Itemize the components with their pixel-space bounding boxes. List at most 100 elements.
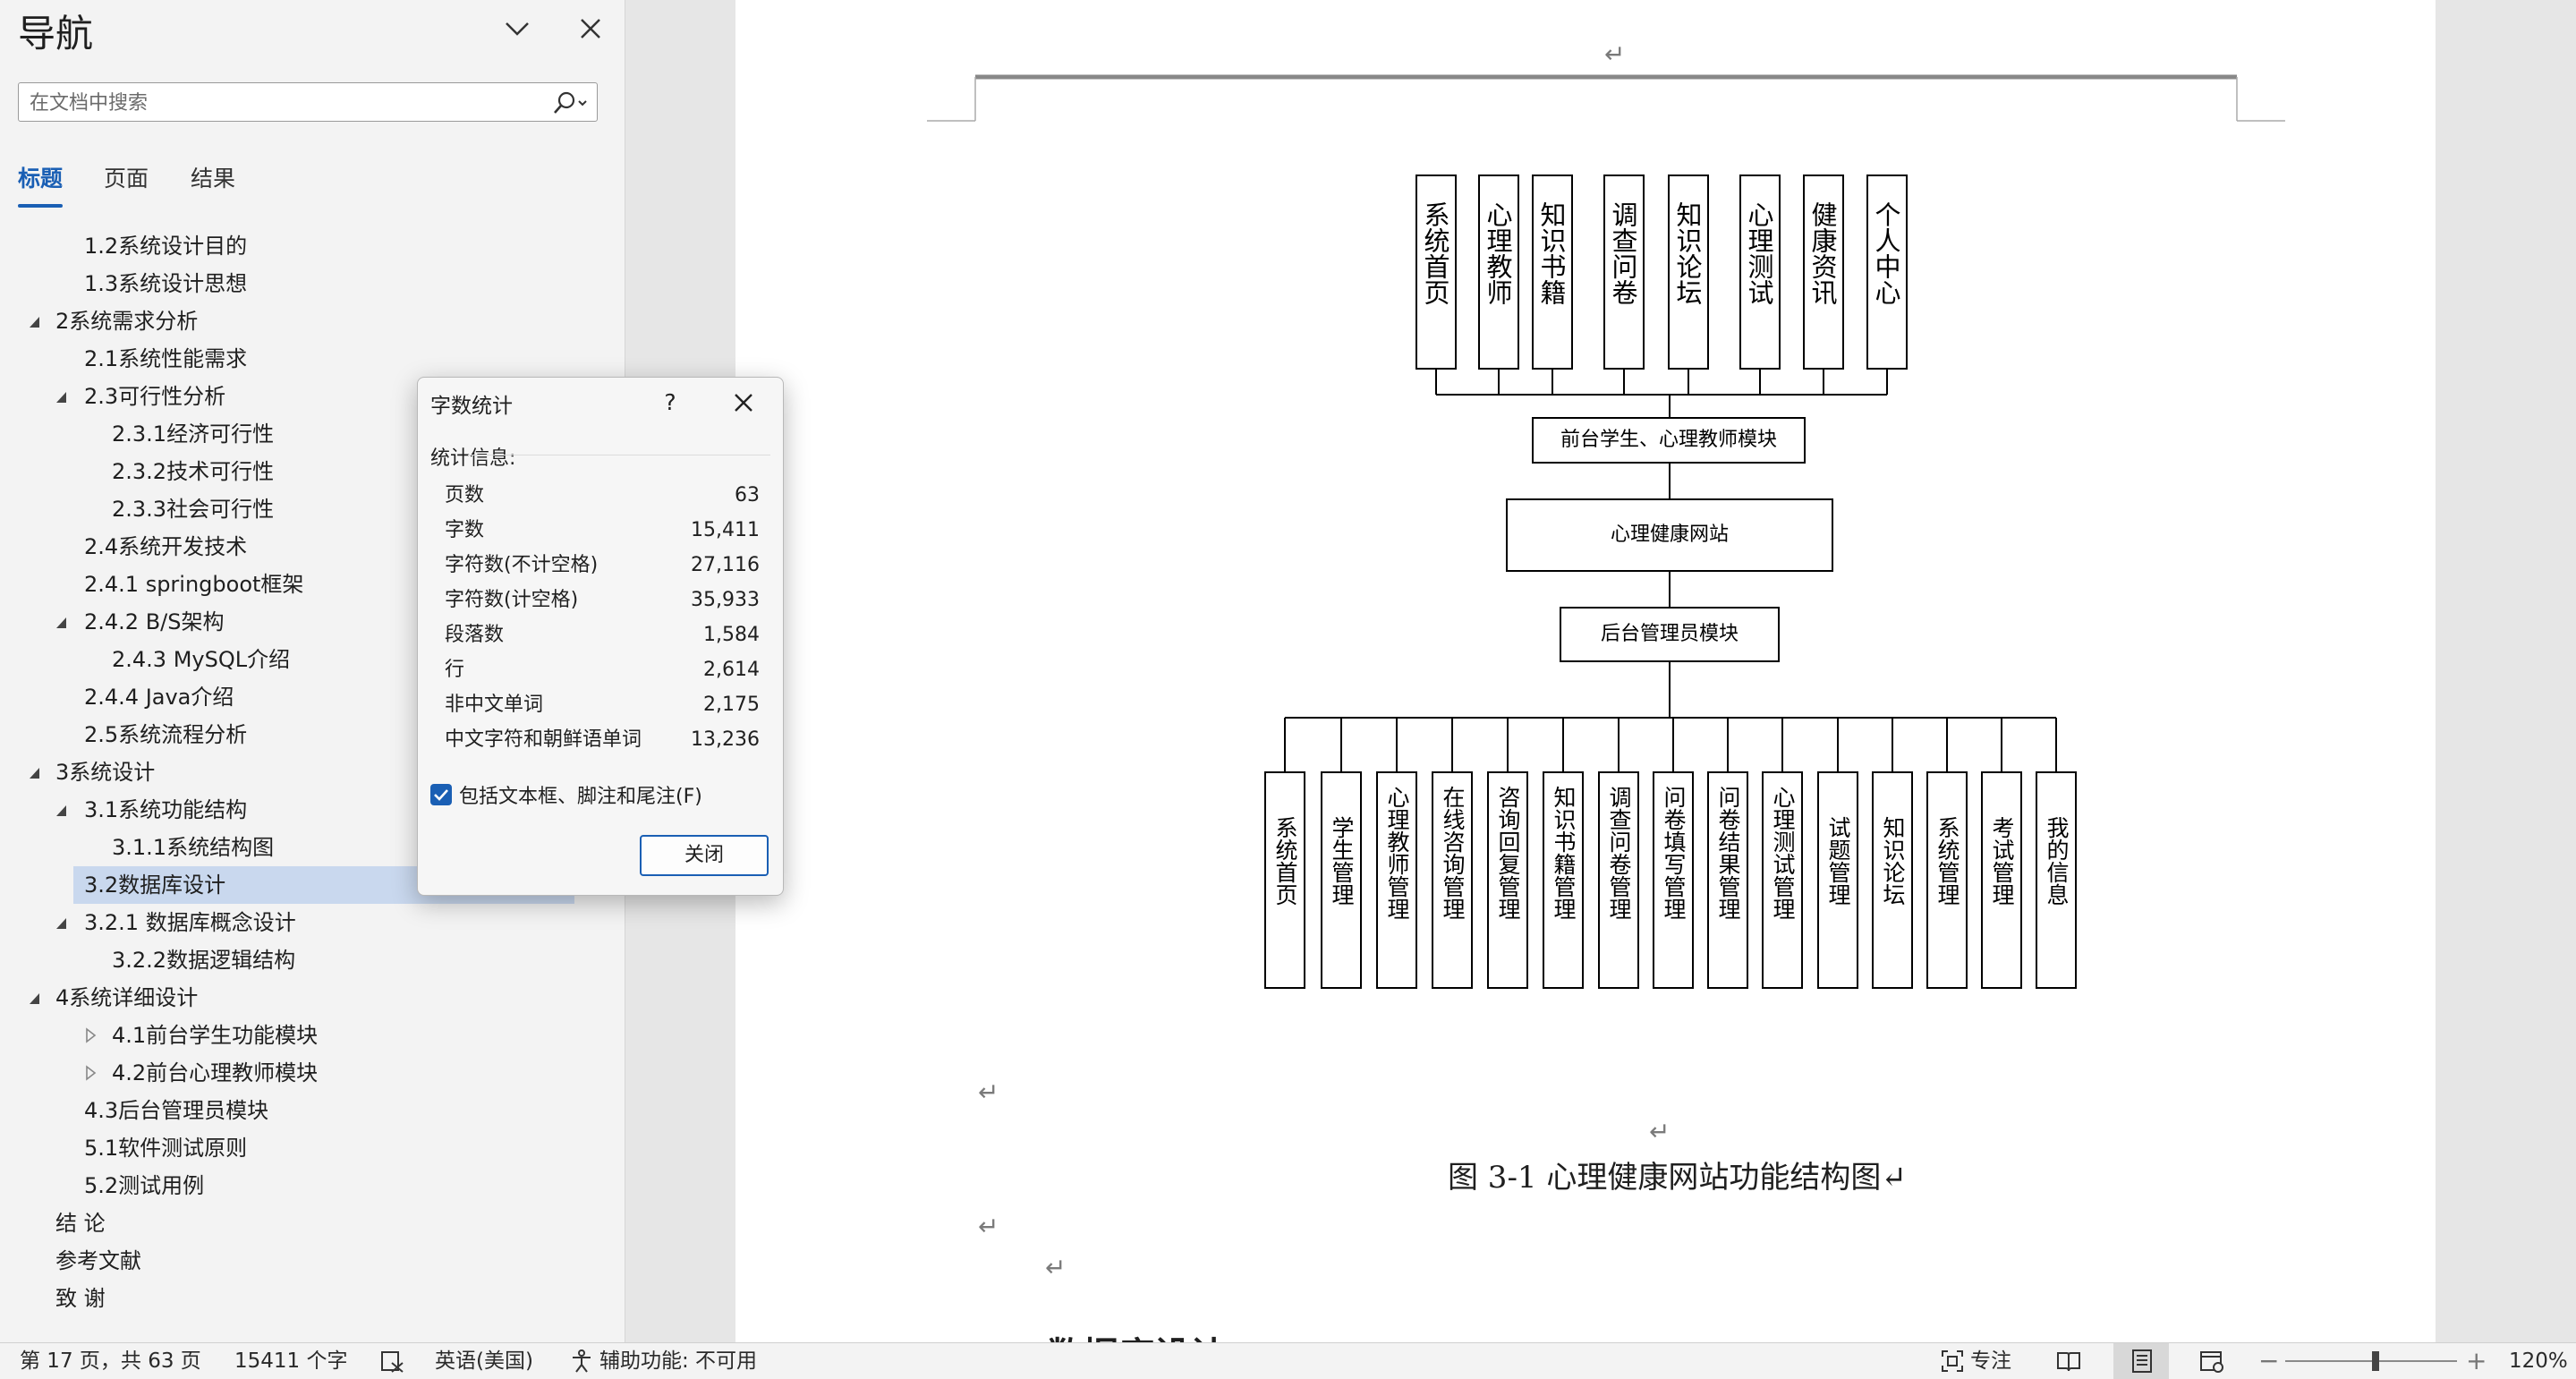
- top-module-label: 调查问卷: [1608, 201, 1638, 305]
- bottom-module-label: 知识论坛: [1880, 816, 1906, 906]
- proofing-icon[interactable]: [379, 1349, 404, 1374]
- caret-collapsed-icon[interactable]: [82, 1017, 100, 1054]
- focus-mode-button[interactable]: 专注: [1970, 1343, 2011, 1379]
- tree-item-label: 2系统需求分析: [55, 309, 199, 334]
- bottom-module-label: 知识书籍管理: [1551, 786, 1577, 920]
- tree-item-label: 4.1前台学生功能模块: [112, 1023, 319, 1048]
- tree-item[interactable]: 结 论: [0, 1204, 625, 1242]
- statistic-value: 35,933: [691, 589, 760, 611]
- bottom-module-box: 心理测试管理: [1762, 771, 1803, 989]
- include-checkbox-label: 包括文本框、脚注和尾注(F): [459, 786, 702, 808]
- tree-item[interactable]: 4系统详细设计: [0, 979, 625, 1017]
- web-layout-icon[interactable]: [2199, 1349, 2224, 1374]
- front-module-node: 前台学生、心理教师模块: [1532, 417, 1806, 464]
- accessibility-icon[interactable]: [569, 1349, 594, 1374]
- caret-expanded-icon[interactable]: [54, 603, 72, 641]
- read-mode-icon[interactable]: [2056, 1349, 2081, 1374]
- bottom-module-box: 系统首页: [1264, 771, 1305, 989]
- help-button[interactable]: ?: [652, 385, 688, 421]
- top-module-label: 系统首页: [1420, 201, 1450, 305]
- top-module-box: 个人中心: [1866, 175, 1908, 370]
- tree-item[interactable]: 3.2.1 数据库概念设计: [0, 904, 625, 941]
- tree-item[interactable]: 5.1软件测试原则: [0, 1129, 625, 1167]
- statistic-label: 字符数(计空格): [445, 589, 579, 611]
- bottom-module-box: 咨询回复管理: [1487, 771, 1528, 989]
- tree-item-label: 1.3系统设计思想: [84, 271, 248, 296]
- accessibility-status[interactable]: 辅助功能: 不可用: [599, 1343, 757, 1379]
- tree-item[interactable]: 2.1系统性能需求: [0, 340, 625, 378]
- tree-item-label: 结 论: [55, 1211, 106, 1236]
- focus-icon[interactable]: [1940, 1349, 1965, 1374]
- bottom-module-box: 问卷填写管理: [1653, 771, 1694, 989]
- check-icon: [434, 789, 448, 801]
- tree-item-label: 5.1软件测试原则: [84, 1136, 248, 1161]
- chevron-down-icon[interactable]: [501, 13, 533, 45]
- tree-item[interactable]: 致 谢: [0, 1280, 625, 1317]
- tree-item[interactable]: 参考文献: [0, 1242, 625, 1280]
- statistic-value: 13,236: [691, 728, 760, 751]
- tree-item-label: 5.2测试用例: [84, 1173, 205, 1198]
- close-button[interactable]: 关闭: [640, 835, 769, 876]
- statistic-value: 63: [735, 484, 760, 506]
- word-count-dialog: 字数统计 ? 统计信息: 页数 63 字数 15,411 字符数(不计空格) 27,116…: [417, 377, 784, 896]
- bottom-module-label: 心理测试管理: [1770, 786, 1796, 920]
- print-layout-icon[interactable]: [2130, 1349, 2155, 1374]
- caret-expanded-icon[interactable]: [54, 378, 72, 415]
- page-count[interactable]: 第 17 页，共 63 页: [20, 1343, 201, 1379]
- zoom-level[interactable]: 120%: [2509, 1343, 2568, 1379]
- close-icon[interactable]: [573, 11, 608, 47]
- tree-item[interactable]: 4.2前台心理教师模块: [0, 1054, 625, 1092]
- caret-expanded-icon[interactable]: [27, 302, 45, 340]
- top-module-box: 调查问卷: [1603, 175, 1645, 370]
- statistic-value: 2,175: [703, 694, 760, 716]
- tree-item[interactable]: 2系统需求分析: [0, 302, 625, 340]
- include-checkbox[interactable]: [430, 784, 452, 805]
- tree-item[interactable]: 5.2测试用例: [0, 1167, 625, 1204]
- statistics-row: 字数 15,411: [445, 514, 772, 548]
- bottom-module-box: 在线咨询管理: [1432, 771, 1473, 989]
- tree-item[interactable]: 1.3系统设计思想: [0, 265, 625, 302]
- statistic-label: 段落数: [445, 624, 505, 646]
- tab-results[interactable]: 结果: [191, 161, 235, 193]
- figure-caption: 图 3-1 心理健康网站功能结构图↵: [1448, 1160, 1907, 1196]
- top-module-box: 心理测试: [1739, 175, 1781, 370]
- tree-item[interactable]: 4.1前台学生功能模块: [0, 1017, 625, 1054]
- top-module-box: 系统首页: [1416, 175, 1457, 370]
- search-icon[interactable]: [543, 89, 590, 117]
- zoom-slider-thumb[interactable]: [2371, 1351, 2379, 1371]
- tree-item-label: 1.2系统设计目的: [84, 234, 248, 259]
- tree-item[interactable]: 3.2.2数据逻辑结构: [0, 941, 625, 979]
- caret-collapsed-icon[interactable]: [82, 1054, 100, 1092]
- bottom-module-box: 知识论坛: [1872, 771, 1913, 989]
- caret-expanded-icon[interactable]: [27, 753, 45, 791]
- tree-item[interactable]: 1.2系统设计目的: [0, 227, 625, 265]
- tree-item-label: 2.4.4 Java介绍: [84, 685, 234, 710]
- status-bar: 第 17 页，共 63 页 15411 个字 英语(美国) 辅助功能: 不可用 …: [0, 1342, 2576, 1379]
- tree-item-label: 3.2.2数据逻辑结构: [112, 948, 296, 973]
- language-indicator[interactable]: 英语(美国): [435, 1343, 533, 1379]
- statistic-label: 中文字符和朝鲜语单词: [445, 728, 642, 751]
- zoom-out-button[interactable]: −: [2258, 1343, 2279, 1379]
- zoom-in-button[interactable]: +: [2466, 1343, 2487, 1379]
- caret-expanded-icon[interactable]: [27, 979, 45, 1017]
- top-module-label: 知识论坛: [1672, 201, 1703, 305]
- paragraph-mark: ↵: [1604, 39, 1626, 69]
- document-page[interactable]: [735, 0, 2436, 1342]
- paragraph-mark: ↵: [1045, 1253, 1067, 1282]
- top-module-label: 心理测试: [1744, 201, 1774, 305]
- caret-expanded-icon[interactable]: [54, 904, 72, 941]
- top-module-label: 健康资讯: [1807, 201, 1838, 305]
- bottom-module-box: 学生管理: [1321, 771, 1362, 989]
- tab-headings[interactable]: 标题: [18, 161, 64, 208]
- bottom-module-label: 咨询回复管理: [1495, 786, 1521, 920]
- tree-item[interactable]: 4.3后台管理员模块: [0, 1092, 625, 1129]
- word-count[interactable]: 15411 个字: [234, 1343, 347, 1379]
- statistics-row: 行 2,614: [445, 653, 772, 687]
- search-input[interactable]: [19, 83, 550, 123]
- tree-item-label: 3系统设计: [55, 760, 156, 785]
- close-icon[interactable]: [726, 385, 761, 421]
- bottom-module-label: 我的信息: [2044, 816, 2070, 906]
- bottom-module-label: 问卷填写管理: [1661, 786, 1687, 920]
- caret-expanded-icon[interactable]: [54, 791, 72, 829]
- tab-pages[interactable]: 页面: [104, 161, 149, 193]
